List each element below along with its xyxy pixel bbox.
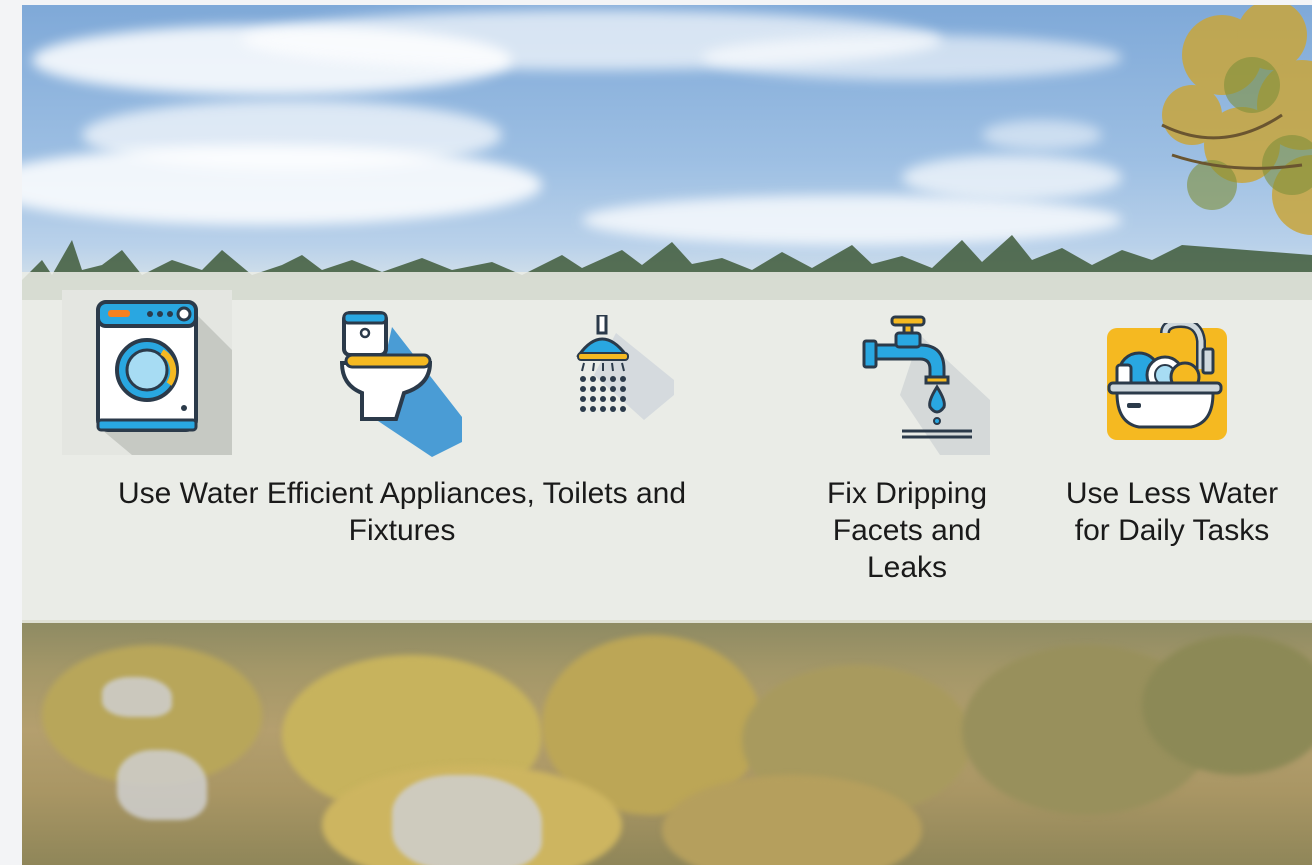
dripping-faucet-icon: [860, 315, 990, 455]
dish-sink-icon: [1107, 317, 1232, 445]
foreground-tree: [1161, 5, 1312, 235]
caption-fix-leaks: Fix Dripping Facets and Leaks: [826, 477, 988, 584]
caption-line-1: Use Water Efficient Appliances, Toilets …: [117, 477, 687, 510]
caption-use-less-water: Use Less Water for Daily Tasks: [1065, 477, 1279, 547]
background-photo: Use Water Efficient Appliances, Toilets …: [22, 5, 1312, 865]
shower-head-icon: [574, 313, 674, 425]
washing-machine-icon: [62, 290, 232, 455]
caption-efficient-appliances: Use Water Efficient Appliances, Toilets …: [62, 475, 742, 549]
toilet-icon: [332, 307, 462, 467]
caption-line-2: Fixtures: [348, 514, 456, 547]
